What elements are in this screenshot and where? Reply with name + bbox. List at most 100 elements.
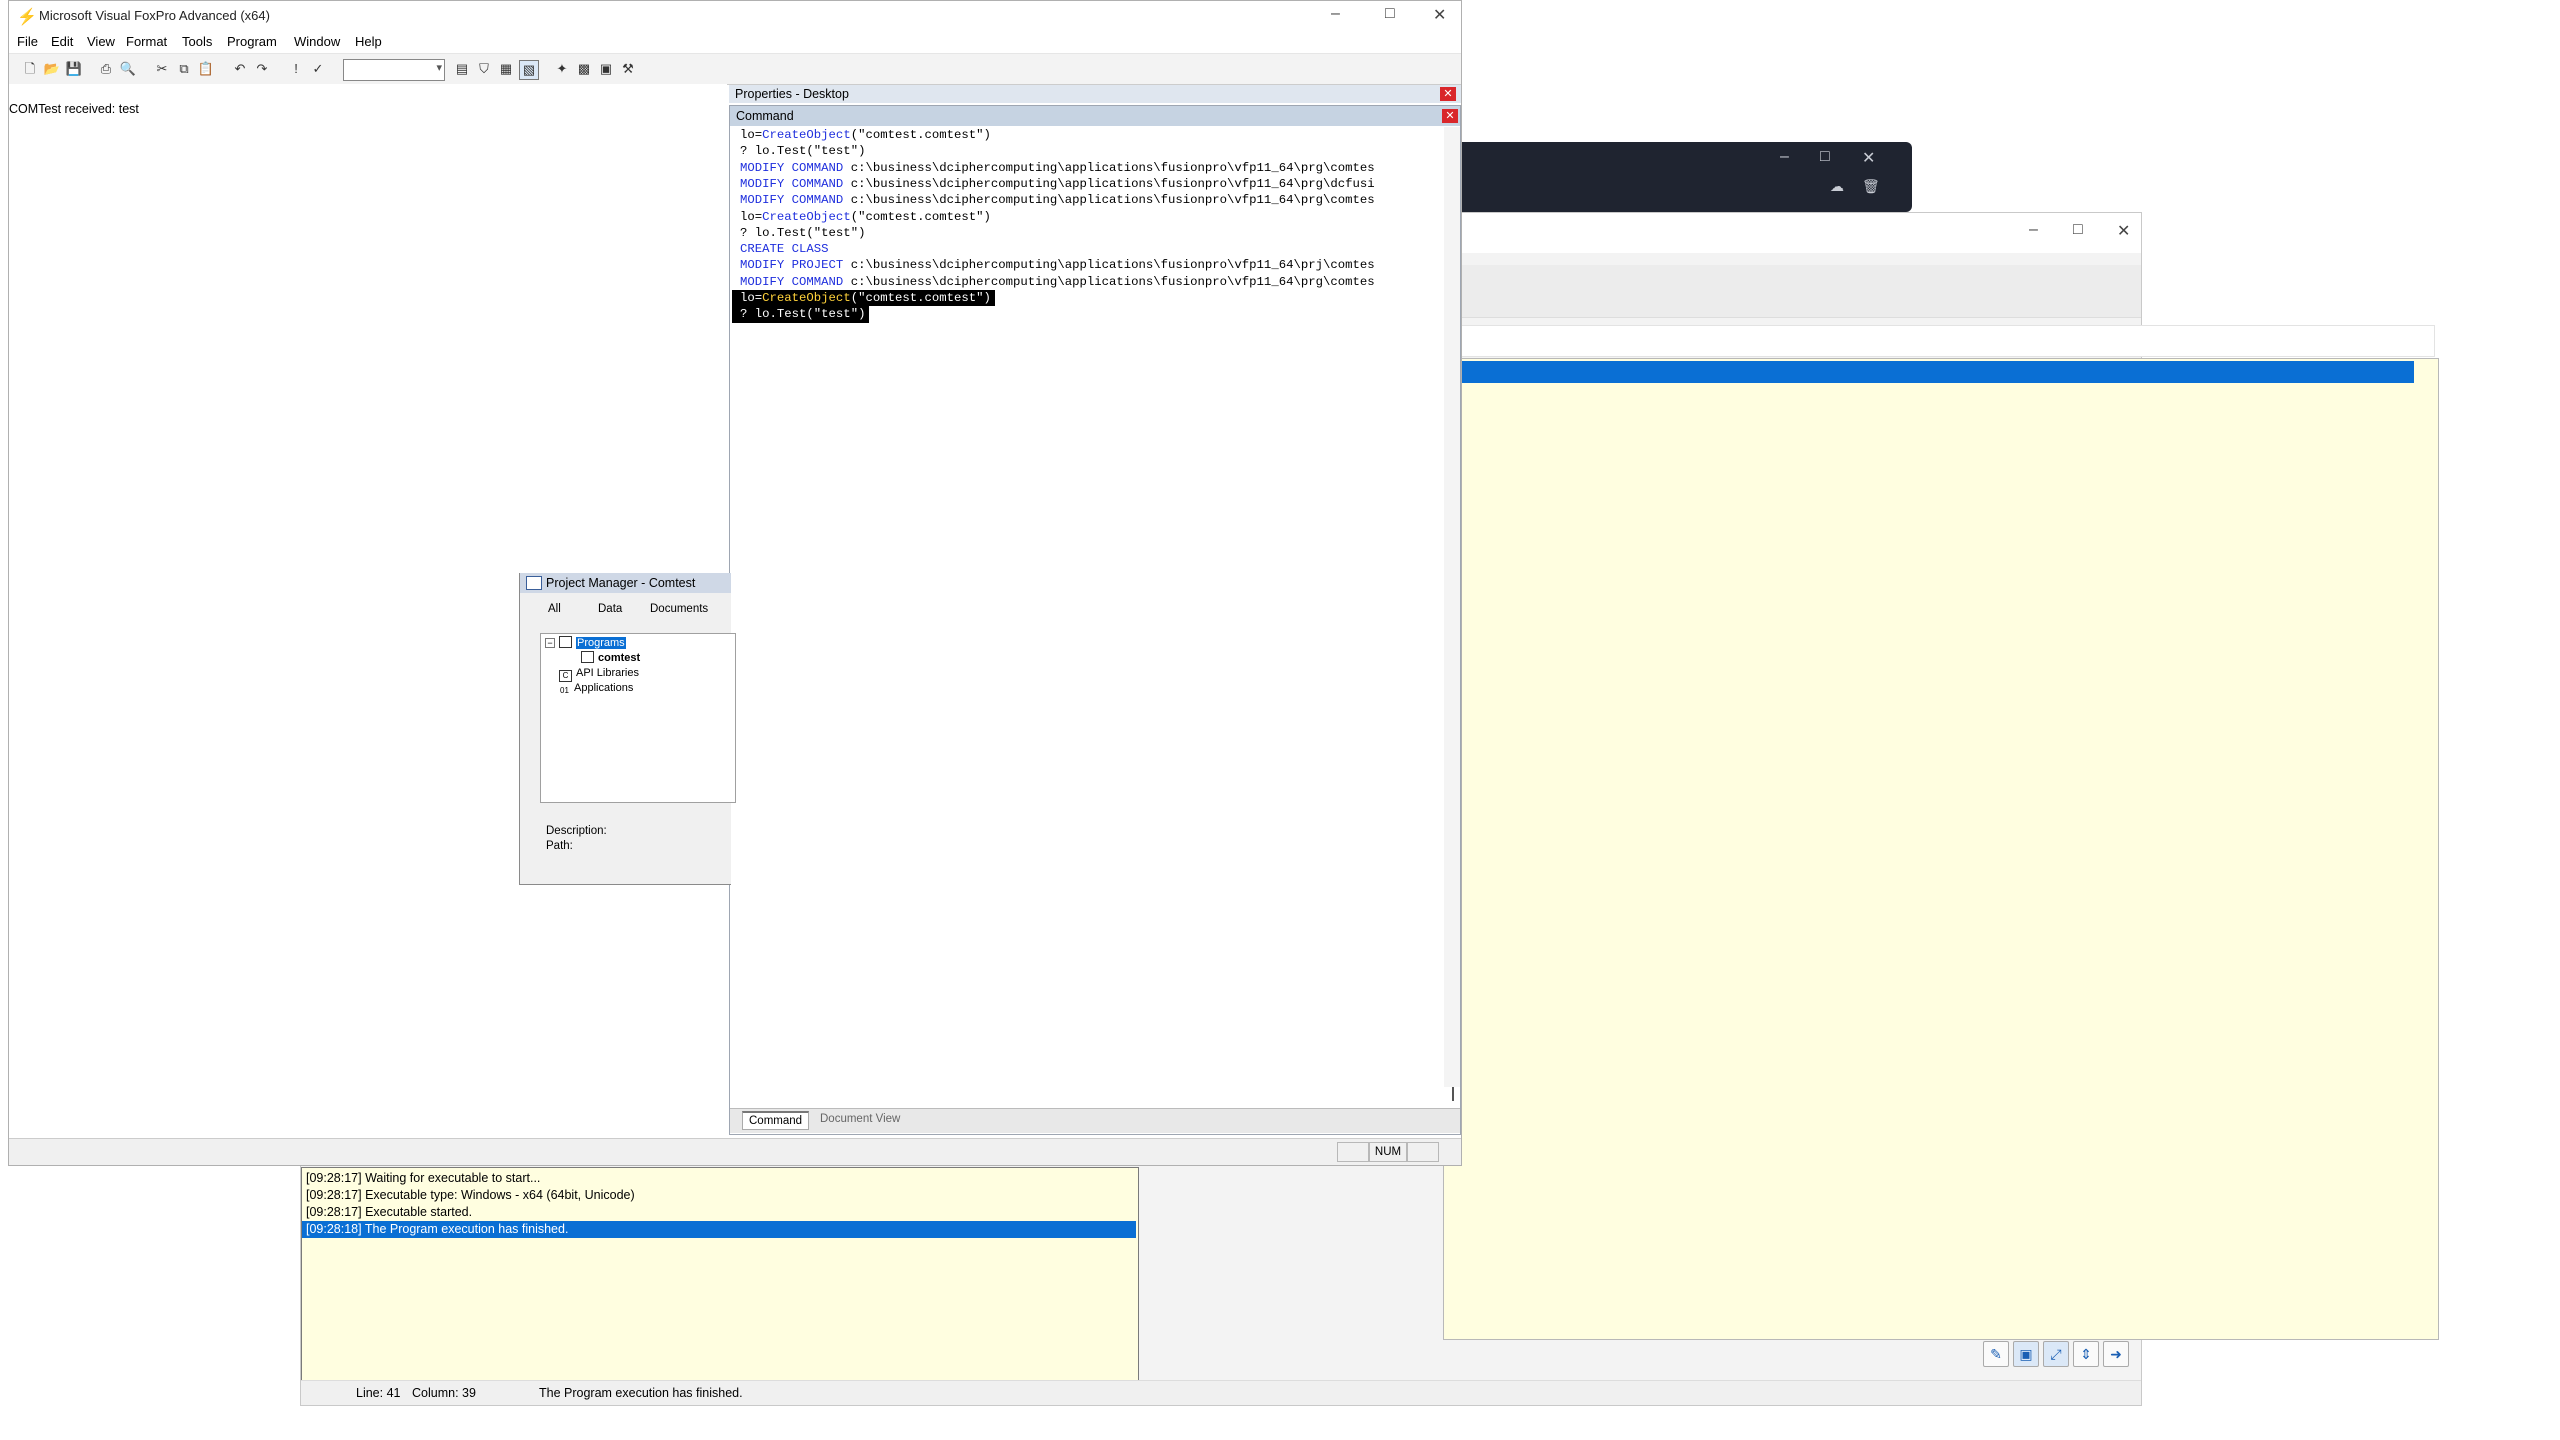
application-icon: 01: [560, 686, 569, 695]
eraser-icon[interactable]: ✎: [1983, 1341, 2009, 1367]
command-line: ? lo.Test("test"): [740, 144, 866, 159]
undo-icon[interactable]: ↶: [231, 60, 249, 78]
status-cell: [1407, 1142, 1439, 1162]
command-line: lo=CreateObject("comtest.comtest"): [740, 128, 991, 142]
standard-toolbar: 🗋 📂 💾 ⎙ 🔍 ✂ ⧉ 📋 ↶ ↷ ! ✓ ▾ ▤ ⛉ ▦ ▧ ✦ ▩ ▣ …: [9, 53, 1461, 85]
project-icon: [526, 576, 542, 590]
new-file-icon[interactable]: 🗋: [21, 60, 39, 78]
menu-bar: File Edit View Format Tools Program Wind…: [9, 31, 1461, 53]
command-window-icon[interactable]: ▤: [453, 60, 471, 78]
window-title: Microsoft Visual FoxPro Advanced (x64): [39, 8, 270, 23]
log-line: [09:28:17] Executable type: Windows - x6…: [306, 1188, 635, 1202]
command-line: MODIFY COMMAND c:\business\dciphercomput…: [740, 176, 1375, 191]
command-line: ? lo.Test("test"): [740, 225, 866, 240]
close-icon[interactable]: ✕: [1442, 109, 1458, 123]
tree-node-api-libraries[interactable]: C API Libraries: [559, 666, 639, 682]
project-tabs: All Data Documents: [520, 599, 731, 619]
programs-icon: [559, 636, 572, 648]
menu-help[interactable]: Help: [355, 34, 382, 49]
maximize-icon[interactable]: □: [2073, 221, 2083, 239]
cloud-icon[interactable]: ☁: [1830, 178, 1844, 195]
ide-output-log[interactable]: [09:28:17] Waiting for executable to sta…: [301, 1167, 1139, 1381]
log-line-selected: [09:28:18] The Program execution has fin…: [302, 1221, 1136, 1238]
cut-icon[interactable]: ✂: [153, 60, 171, 78]
status-column: Column: 39: [412, 1386, 476, 1400]
close-icon[interactable]: ✕: [1440, 87, 1456, 101]
command-window-title[interactable]: Command: [730, 106, 1460, 126]
trash-icon[interactable]: 🗑: [1862, 178, 1880, 195]
redo-icon[interactable]: ↷: [253, 60, 271, 78]
print-preview-icon[interactable]: 🔍: [119, 60, 137, 78]
menu-edit[interactable]: Edit: [51, 34, 73, 49]
project-manager-window: Project Manager - Comtest All Data Docum…: [519, 573, 736, 885]
ide-code-editor[interactable]: [1443, 358, 2439, 1340]
close-icon[interactable]: ✕: [1862, 148, 1875, 168]
tree-node-applications[interactable]: 01 Applications: [559, 681, 633, 695]
class-browser-icon[interactable]: ▣: [597, 60, 615, 78]
vfp-main-window: ⚡ Microsoft Visual FoxPro Advanced (x64)…: [8, 0, 1462, 1166]
scroll-caret: [1452, 1087, 1454, 1101]
database-combo[interactable]: ▾: [343, 59, 445, 81]
command-line: lo=CreateObject("comtest.comtest"): [740, 209, 991, 224]
tree-label: API Libraries: [576, 667, 639, 679]
properties-window-icon[interactable]: ▦: [497, 60, 515, 78]
project-tree[interactable]: − Programs comtest C API Libraries 01 Appli…: [540, 633, 736, 803]
paste-icon[interactable]: 📋: [197, 60, 215, 78]
expand-icon[interactable]: ⤢: [2043, 1341, 2069, 1367]
menu-format[interactable]: Format: [126, 34, 167, 49]
project-manager-title[interactable]: Project Manager - Comtest: [520, 573, 731, 593]
command-tabs: Command Document View: [730, 1108, 1460, 1133]
open-folder-icon[interactable]: 📂: [43, 60, 61, 78]
close-icon[interactable]: ✕: [2117, 221, 2130, 241]
tools-icon[interactable]: ⚒: [619, 60, 637, 78]
menu-window[interactable]: Window: [294, 34, 340, 49]
program-file-icon: [581, 651, 594, 663]
selected-line: [1444, 361, 2414, 383]
tab-document-view[interactable]: Document View: [814, 1111, 906, 1127]
command-scrollbar[interactable]: [1444, 127, 1460, 1101]
menu-program[interactable]: Program: [227, 34, 277, 49]
menu-file[interactable]: File: [17, 34, 38, 49]
command-line-selected: lo=CreateObject("comtest.comtest"): [732, 290, 995, 307]
status-line: Line: 41: [356, 1386, 401, 1400]
builder-icon[interactable]: ✦: [553, 60, 571, 78]
form-wizard-icon[interactable]: ▩: [575, 60, 593, 78]
close-icon[interactable]: ✕: [1433, 5, 1446, 25]
minimize-icon[interactable]: –: [2029, 221, 2038, 239]
maximize-icon[interactable]: □: [1385, 5, 1395, 23]
print-icon[interactable]: ⎙: [97, 60, 115, 78]
tree-label: Programs: [576, 637, 626, 649]
modify-form-icon[interactable]: ✓: [309, 60, 327, 78]
run-icon[interactable]: !: [287, 60, 305, 78]
minimize-icon[interactable]: –: [1780, 148, 1789, 166]
scroll-updown-icon[interactable]: ⇕: [2073, 1341, 2099, 1367]
tree-label: comtest: [598, 652, 641, 664]
ide-statusbar: Line: 41 Column: 39 The Program executio…: [301, 1380, 2141, 1405]
menu-view[interactable]: View: [87, 34, 115, 49]
command-line: MODIFY COMMAND c:\business\dciphercomput…: [740, 274, 1375, 289]
tree-node-comtest[interactable]: comtest: [581, 651, 640, 665]
foxpro-logo-icon: ⚡: [17, 9, 37, 26]
tab-command[interactable]: Command: [742, 1111, 810, 1130]
command-editor[interactable]: lo=CreateObject("comtest.comtest") ? lo.…: [730, 127, 1440, 1087]
tab-documents[interactable]: Documents: [650, 603, 708, 615]
chevron-down-icon: ▾: [436, 62, 442, 74]
ide-filter-bar[interactable]: [1441, 325, 2435, 357]
command-line: CREATE CLASS: [740, 242, 829, 257]
maximize-icon[interactable]: □: [1820, 148, 1830, 166]
tree-node-programs[interactable]: − Programs: [545, 636, 626, 650]
minimize-icon[interactable]: –: [1331, 5, 1340, 23]
data-session-icon[interactable]: ⛉: [475, 60, 493, 78]
arrow-right-icon[interactable]: ➜: [2103, 1341, 2129, 1367]
copy-icon[interactable]: ⧉: [175, 60, 193, 78]
log-line: [09:28:17] Executable started.: [306, 1205, 473, 1219]
tab-all[interactable]: All: [548, 603, 561, 615]
collapse-icon[interactable]: −: [545, 638, 555, 648]
vfp-statusbar: NUM: [9, 1138, 1461, 1165]
document-view-icon[interactable]: ▧: [519, 60, 539, 80]
properties-window-title[interactable]: Properties - Desktop: [729, 85, 1461, 103]
save-icon[interactable]: 💾: [65, 60, 83, 78]
tab-data[interactable]: Data: [598, 603, 622, 615]
image-toggle-icon[interactable]: ▣: [2013, 1341, 2039, 1367]
menu-tools[interactable]: Tools: [182, 34, 212, 49]
